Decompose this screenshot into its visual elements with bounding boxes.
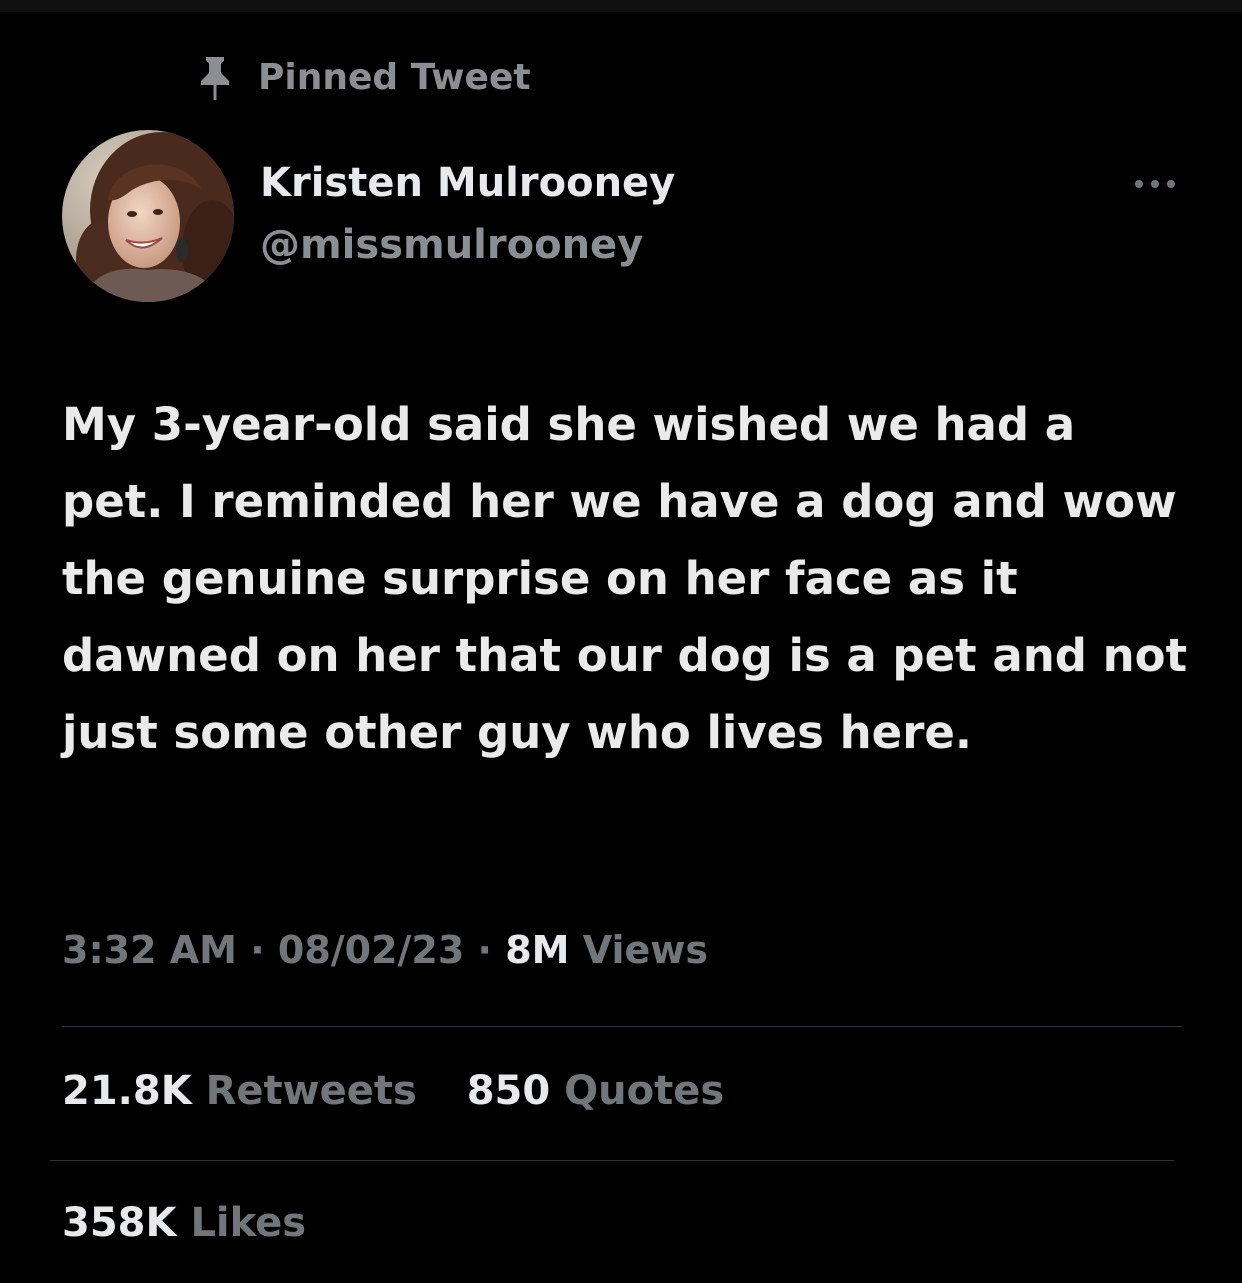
likes-count: 358K: [62, 1200, 177, 1246]
meta-separator: ·: [250, 928, 265, 972]
pinned-label: Pinned Tweet: [258, 56, 531, 98]
more-icon[interactable]: [1132, 172, 1178, 196]
display-name[interactable]: Kristen Mulrooney: [260, 160, 675, 206]
quotes-label: Quotes: [564, 1068, 725, 1114]
likes-stat[interactable]: 358K Likes: [62, 1200, 306, 1246]
user-handle[interactable]: @missmulrooney: [260, 222, 643, 268]
tweet-time[interactable]: 3:32 AM: [62, 928, 237, 972]
tweet-meta: 3:32 AM · 08/02/23 · 8M Views: [62, 928, 708, 972]
pin-icon: [196, 53, 234, 101]
retweets-count: 21.8K: [62, 1068, 192, 1114]
retweets-stat[interactable]: 21.8K Retweets: [62, 1068, 431, 1114]
tweet-text: My 3-year-old said she wished we had a p…: [62, 398, 1188, 759]
divider: [50, 1160, 1174, 1161]
top-strip: [0, 0, 1242, 12]
engagement-stats: 21.8K Retweets 850 Quotes: [62, 1068, 724, 1114]
likes-label: Likes: [190, 1200, 307, 1246]
quotes-count: 850: [466, 1068, 551, 1114]
divider: [62, 1026, 1182, 1027]
views-label: Views: [582, 928, 708, 972]
quotes-stat[interactable]: 850 Quotes: [467, 1068, 724, 1114]
views-count: 8M: [505, 928, 570, 972]
pinned-indicator: Pinned Tweet: [196, 52, 531, 102]
meta-separator: ·: [477, 928, 492, 972]
avatar[interactable]: [62, 130, 234, 302]
retweets-label: Retweets: [205, 1068, 417, 1114]
tweet-date[interactable]: 08/02/23: [278, 928, 464, 972]
